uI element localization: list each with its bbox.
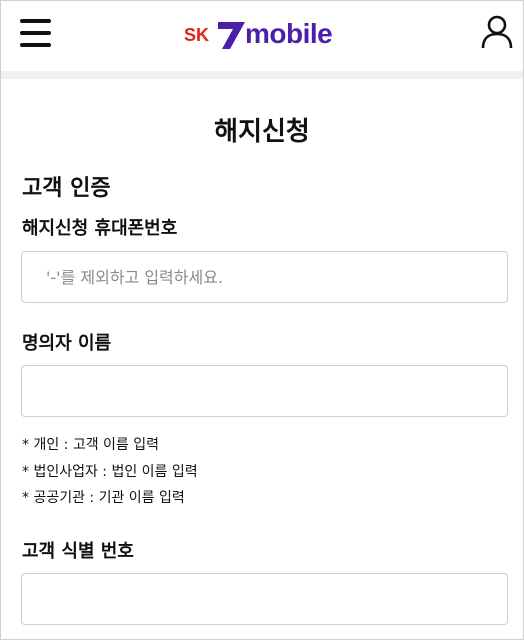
page-title: 해지신청 bbox=[214, 117, 310, 147]
name-input-notes: * 개인 : 고객 이름 입력 * 법인사업자 : 법인 이름 입력 * 공공기… bbox=[22, 432, 198, 512]
customer-id-input[interactable] bbox=[21, 573, 508, 625]
top-bar: SK mobile bbox=[1, 1, 523, 71]
name-input[interactable] bbox=[21, 365, 508, 417]
section-title: 고객 인증 bbox=[22, 176, 111, 201]
phone-label: 해지신청 휴대폰번호 bbox=[22, 218, 178, 239]
brand-logo[interactable]: SK mobile bbox=[184, 18, 354, 52]
hamburger-line bbox=[20, 43, 51, 47]
user-icon[interactable] bbox=[481, 15, 513, 49]
logo-seven-mark bbox=[218, 22, 245, 49]
note-public-institution: * 공공기관 : 기관 이름 입력 bbox=[22, 490, 185, 506]
note-corporation: * 법인사업자 : 법인 이름 입력 bbox=[22, 463, 198, 480]
app-frame: SK mobile 해지신청 고객 인증 해지신청 휴대폰번호 명의자 이름 *… bbox=[0, 0, 524, 640]
hamburger-line bbox=[20, 31, 51, 35]
hamburger-icon[interactable] bbox=[20, 19, 52, 47]
customer-id-label: 고객 식별 번호 bbox=[22, 541, 134, 562]
header-divider bbox=[1, 71, 523, 79]
note-individual: * 개인 : 고객 이름 입력 bbox=[22, 437, 160, 453]
name-label: 명의자 이름 bbox=[22, 333, 112, 354]
hamburger-line bbox=[20, 19, 51, 23]
logo-mobile-text: mobile bbox=[245, 18, 333, 49]
phone-input[interactable] bbox=[21, 251, 508, 303]
logo-sk-text: SK bbox=[184, 25, 210, 45]
